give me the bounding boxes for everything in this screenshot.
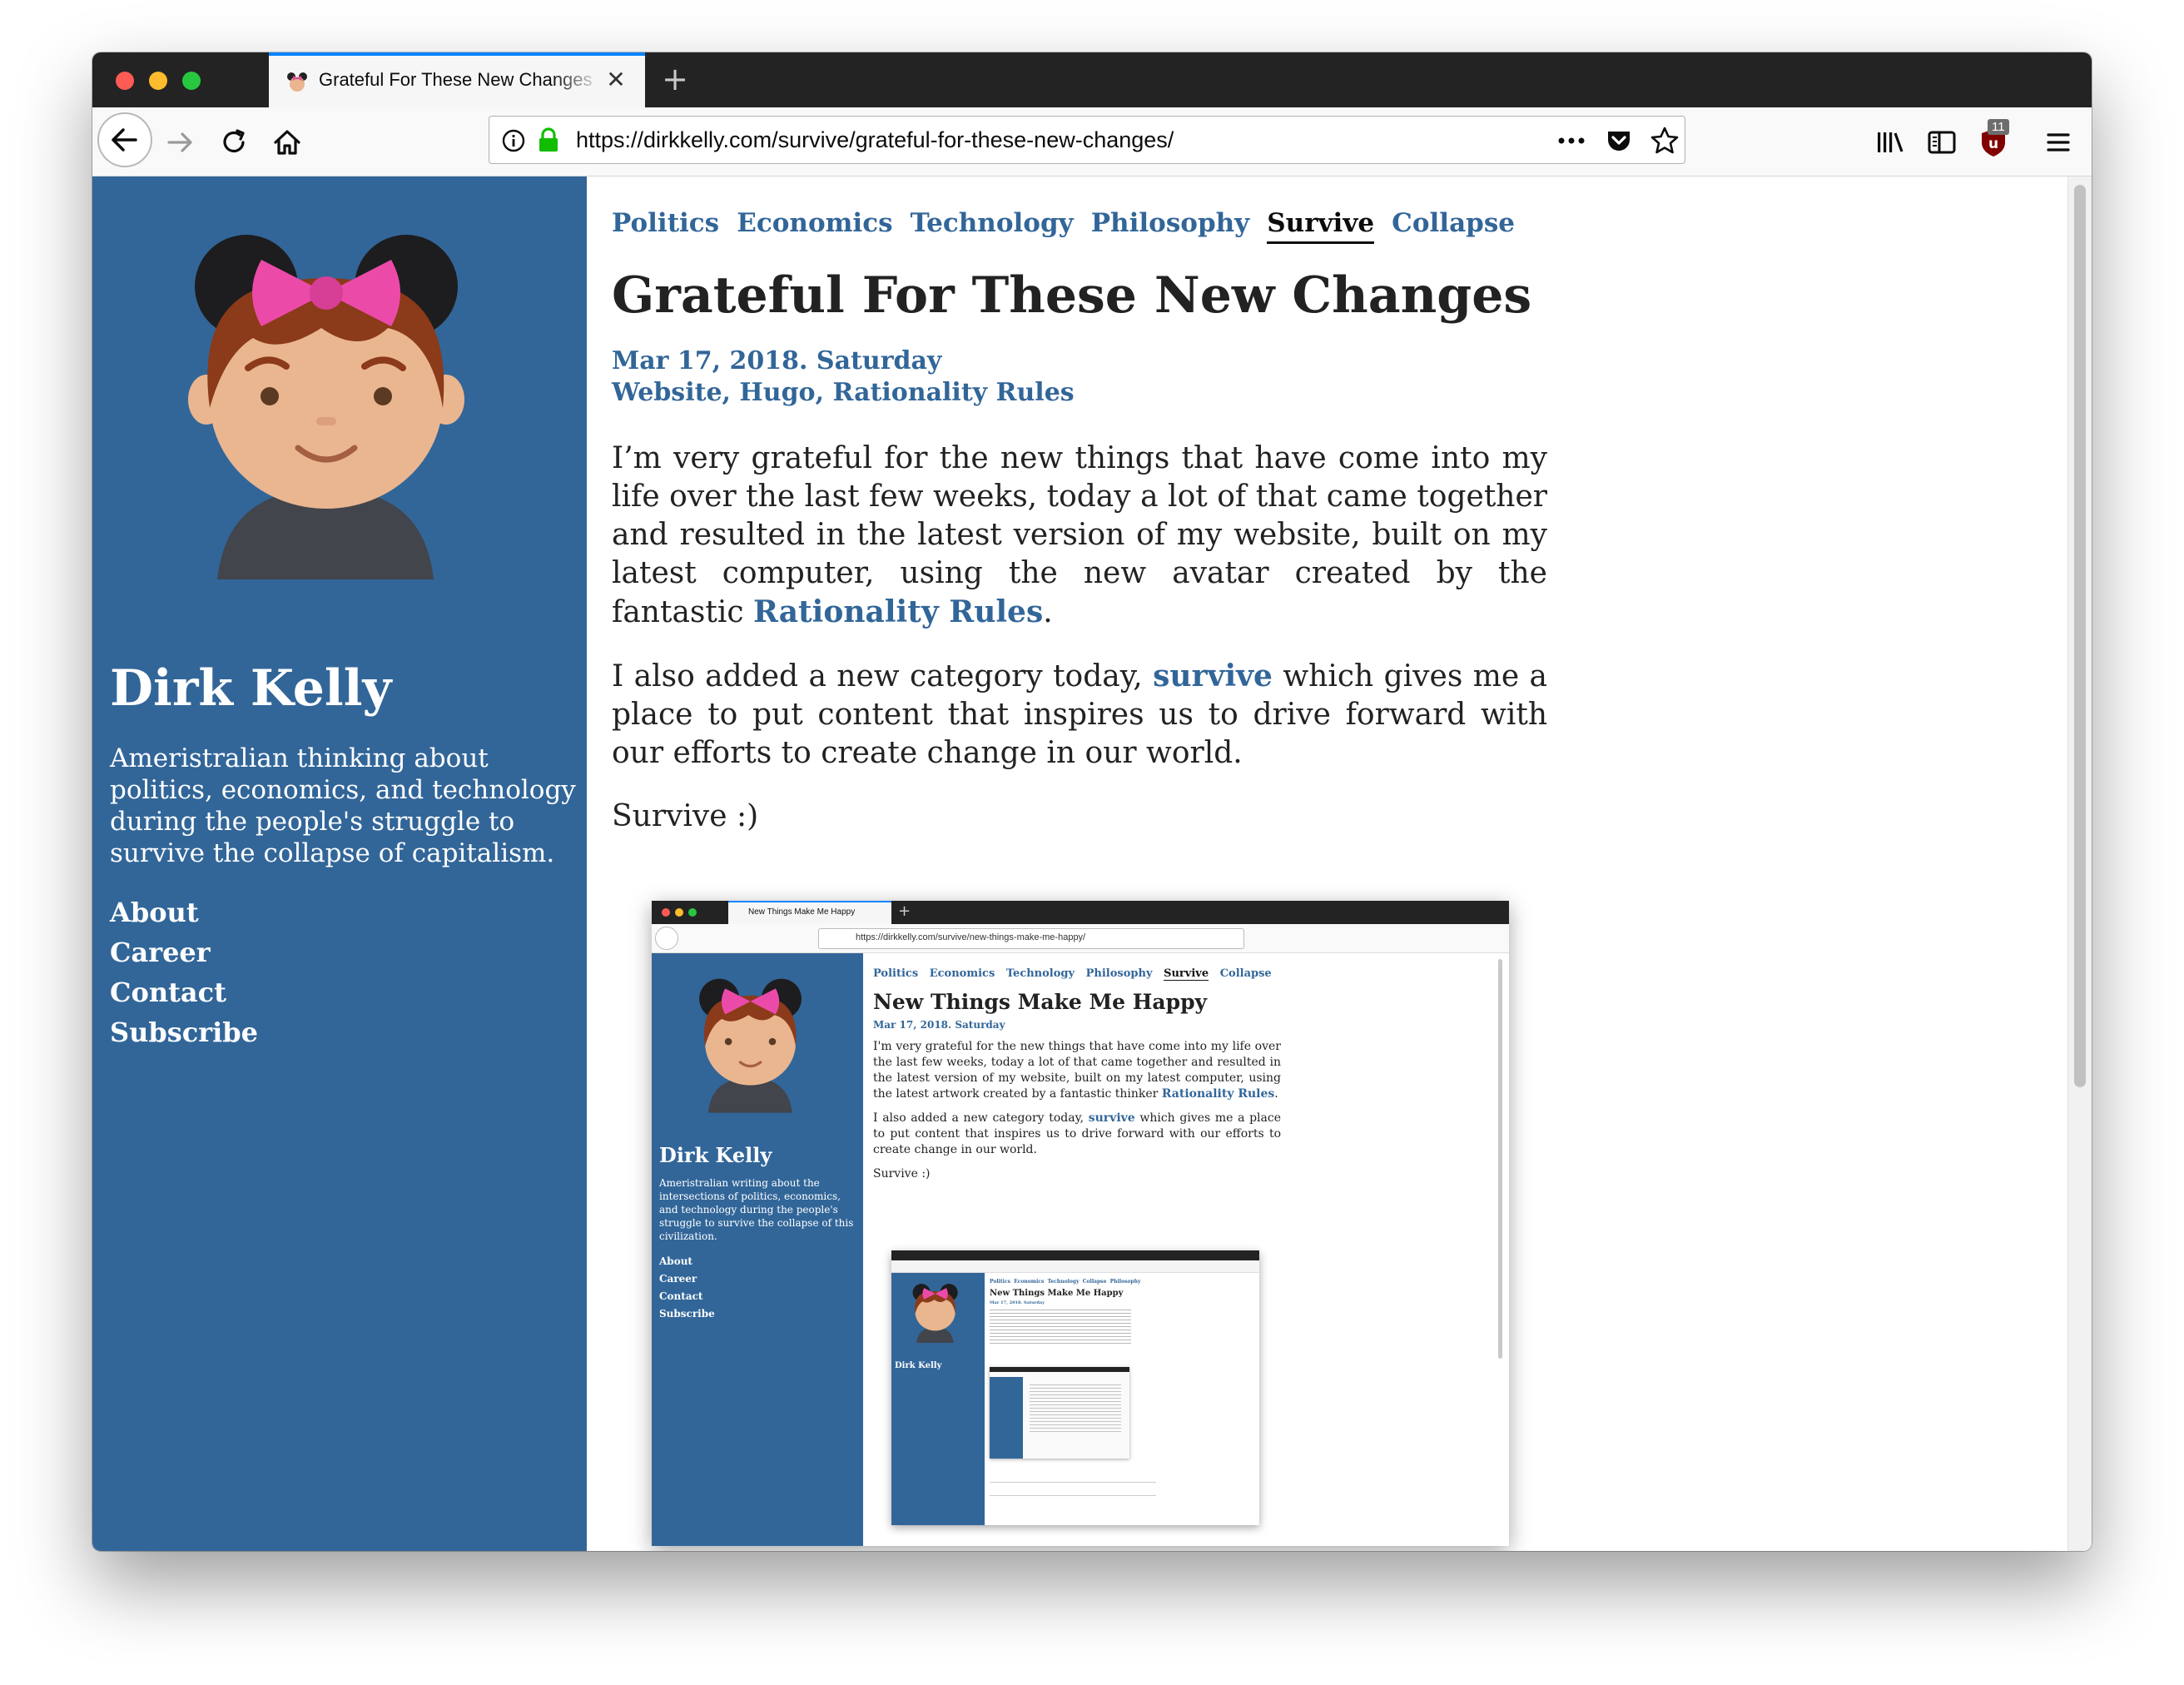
embedded-nav-career: Career <box>659 1273 697 1285</box>
site-description: Ameristralian thinking about politics, e… <box>110 743 576 868</box>
sidebar-icon[interactable] <box>1925 126 1958 159</box>
page-viewport: Dirk Kelly Ameristralian thinking about … <box>92 176 2092 1551</box>
page-actions-icon[interactable] <box>1555 128 1588 153</box>
zoom-window-button[interactable] <box>182 72 201 90</box>
post-body: I’m very grateful for the new things tha… <box>612 440 1547 861</box>
new-tab-button[interactable]: + <box>655 59 695 99</box>
tab-strip: Grateful For These New Changes ✕ + <box>92 52 2092 107</box>
embedded-nav-subscribe: Subscribe <box>659 1308 715 1320</box>
addon-badge: 11 <box>1988 119 2009 135</box>
sidebar-nav: About Career Contact Subscribe <box>110 892 258 1052</box>
category-link-survive[interactable]: Survive <box>1267 208 1375 244</box>
site-sidebar: Dirk Kelly Ameristralian thinking about … <box>92 176 587 1551</box>
embedded-screenshot-image: New Things Make Me Happy + https://dirkk… <box>652 901 1509 1546</box>
avatar <box>188 235 464 579</box>
main-content: Politics Economics Technology Philosophy… <box>612 176 1860 1551</box>
embedded-avatar <box>699 978 802 1113</box>
embedded-nav-contact: Contact <box>659 1290 703 1302</box>
svg-text:u: u <box>1988 136 1998 152</box>
navigation-toolbar: https://dirkkelly.com/survive/grateful-f… <box>92 107 2092 176</box>
category-link-collapse[interactable]: Collapse <box>1392 208 1515 241</box>
address-bar[interactable]: https://dirkkelly.com/survive/grateful-f… <box>489 116 1685 164</box>
lock-icon[interactable] <box>536 127 561 153</box>
rationality-rules-link[interactable]: Rationality Rules <box>753 594 1043 629</box>
post-paragraph: Survive :) <box>612 799 759 833</box>
tab-close-icon[interactable]: ✕ <box>602 66 630 94</box>
forward-arrow-icon[interactable] <box>164 126 197 159</box>
category-link-technology[interactable]: Technology <box>911 208 1074 241</box>
post-paragraph: I also added a new category today, survi… <box>612 659 1547 770</box>
page-scrollbar[interactable] <box>2067 176 2092 1551</box>
post-title: Grateful For These New Changes <box>612 266 1532 325</box>
category-link-politics[interactable]: Politics <box>612 208 719 241</box>
embedded-post-title: New Things Make Me Happy <box>873 990 1208 1014</box>
post-date[interactable]: Mar 17, 2018. Saturday <box>612 346 941 375</box>
sidebar-link-subscribe[interactable]: Subscribe <box>110 1012 258 1052</box>
browser-window: Grateful For These New Changes ✕ + https… <box>92 52 2092 1551</box>
scrollbar-thumb[interactable] <box>2074 185 2086 1087</box>
embedded-tab-title: New Things Make Me Happy <box>748 907 856 917</box>
embedded-site-description: Ameristralian writing about the intersec… <box>659 1177 854 1242</box>
post-paragraph: I’m very grateful for the new things tha… <box>612 441 1547 629</box>
bookmark-star-icon[interactable] <box>1650 126 1680 156</box>
info-icon[interactable] <box>501 128 526 153</box>
sidebar-link-contact[interactable]: Contact <box>110 972 258 1012</box>
site-title[interactable]: Dirk Kelly <box>110 659 391 718</box>
back-arrow-icon <box>112 128 137 152</box>
category-nav: Politics Economics Technology Philosophy… <box>612 208 1528 244</box>
sidebar-link-about[interactable]: About <box>110 892 258 932</box>
embedded-site-title: Dirk Kelly <box>659 1143 772 1167</box>
reload-icon[interactable] <box>217 126 251 159</box>
embedded-nav-about: About <box>659 1255 692 1267</box>
survive-link[interactable]: survive <box>1153 659 1273 693</box>
tab-active[interactable]: Grateful For These New Changes ✕ <box>269 52 645 107</box>
category-link-philosophy[interactable]: Philosophy <box>1091 208 1249 241</box>
minimize-window-button[interactable] <box>149 72 167 90</box>
url-text[interactable]: https://dirkkelly.com/survive/grateful-f… <box>576 127 1174 153</box>
embedded-url: https://dirkkelly.com/survive/new-things… <box>856 932 1086 942</box>
back-button[interactable] <box>97 112 152 167</box>
library-icon[interactable] <box>1874 126 1907 159</box>
nested-screenshot-image: Dirk Kelly Politics Economics Technology… <box>891 1250 1259 1525</box>
category-link-economics[interactable]: Economics <box>737 208 892 241</box>
favicon-icon <box>287 72 307 92</box>
close-window-button[interactable] <box>116 72 134 90</box>
embedded-post-date: Mar 17, 2018. Saturday <box>873 1019 1005 1031</box>
menu-icon[interactable] <box>2042 126 2075 159</box>
sidebar-link-career[interactable]: Career <box>110 932 258 972</box>
home-icon[interactable] <box>271 126 304 159</box>
pocket-icon[interactable] <box>1605 127 1633 155</box>
post-tags[interactable]: Website, Hugo, Rationality Rules <box>612 378 1075 407</box>
